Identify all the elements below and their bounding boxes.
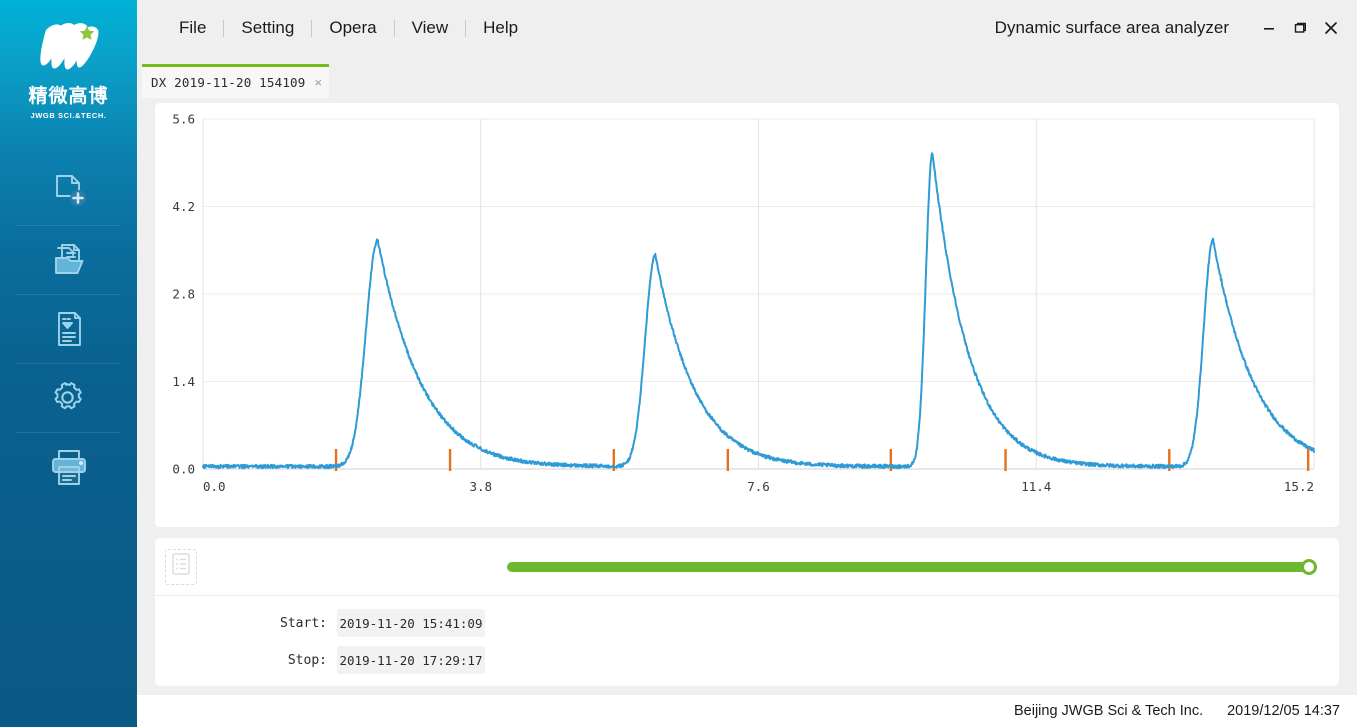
sidebar: 精微高博 JWGB SCI.&TECH. [0,0,137,727]
gear-icon [47,376,91,420]
window-title: Dynamic surface area analyzer [995,18,1229,38]
progress-slider-handle[interactable] [1301,559,1317,575]
tab-label: DX 2019-11-20 154109 [151,75,306,90]
menu-item-opera[interactable]: Opera [312,18,393,38]
svg-text:3.8: 3.8 [469,479,492,494]
svg-text:15.2: 15.2 [1284,479,1314,494]
maximize-button[interactable] [1287,15,1313,41]
open-folder-icon [47,238,91,282]
sidebar-nav [0,156,137,501]
time-fields: Start: 2019-11-20 15:41:09 Stop: 2019-11… [155,596,1339,674]
start-time-row: Start: 2019-11-20 15:41:09 [155,609,1339,637]
logo-chinese-text: 精微高博 [0,81,137,108]
printer-icon [46,445,92,489]
sidebar-item-print[interactable] [0,432,137,501]
close-icon [1323,20,1339,36]
title-bar-right: Dynamic surface area analyzer [995,0,1357,56]
sidebar-item-open[interactable] [0,225,137,294]
logo-english-text: JWGB SCI.&TECH. [0,111,137,120]
svg-text:0.0: 0.0 [203,479,226,494]
minimize-icon [1262,21,1276,35]
control-card: Start: 2019-11-20 15:41:09 Stop: 2019-11… [155,538,1339,686]
svg-text:7.6: 7.6 [747,479,770,494]
stop-time-label: Stop: [155,653,337,668]
status-company-label: Beijing JWGB Sci & Tech Inc. [1014,703,1203,719]
signal-chart[interactable]: 0.0 1.4 2.8 4.2 5.6 0.0 3.8 7.6 11.4 15.2 [155,103,1339,527]
title-bar: File Setting Opera View Help Dynamic sur… [137,0,1357,56]
chart-card: 0.0 1.4 2.8 4.2 5.6 0.0 3.8 7.6 11.4 15.2 [155,103,1339,527]
menu-item-setting[interactable]: Setting [224,18,311,38]
control-top-row [155,538,1339,596]
stop-time-value[interactable]: 2019-11-20 17:29:17 [337,646,485,674]
tab-strip: DX 2019-11-20 154109 × [137,56,1357,98]
start-time-label: Start: [155,616,337,631]
svg-text:5.6: 5.6 [172,112,195,127]
status-datetime-label: 2019/12/05 14:37 [1227,703,1340,719]
menu-item-file[interactable]: File [162,18,223,38]
sidebar-item-report[interactable] [0,294,137,363]
menu-item-view[interactable]: View [395,18,466,38]
list-document-icon-button[interactable] [165,549,197,585]
svg-text:4.2: 4.2 [172,199,195,214]
svg-text:0.0: 0.0 [172,462,195,477]
chart-x-axis: 0.0 3.8 7.6 11.4 15.2 [203,479,1314,494]
close-button[interactable] [1318,15,1344,41]
report-document-icon [47,307,91,351]
sidebar-item-settings[interactable] [0,363,137,432]
main-content: 0.0 1.4 2.8 4.2 5.6 0.0 3.8 7.6 11.4 15.2 [137,98,1357,695]
list-document-icon [171,552,191,581]
application-window: 精微高博 JWGB SCI.&TECH. [0,0,1357,727]
svg-text:1.4: 1.4 [172,374,195,389]
sidebar-item-new[interactable] [0,156,137,225]
new-document-icon [47,169,91,213]
brand-logo: 精微高博 JWGB SCI.&TECH. [0,0,137,120]
tab-dx-measurement[interactable]: DX 2019-11-20 154109 × [142,64,329,98]
maximize-icon [1293,21,1307,35]
minimize-button[interactable] [1256,15,1282,41]
svg-text:11.4: 11.4 [1021,479,1051,494]
chart-y-axis: 0.0 1.4 2.8 4.2 5.6 [172,112,195,477]
logo-mark-icon [30,20,108,78]
menu-bar: File Setting Opera View Help [137,0,535,56]
status-bar: Beijing JWGB Sci & Tech Inc. 2019/12/05 … [137,695,1357,727]
progress-slider[interactable] [507,559,1317,575]
svg-text:2.8: 2.8 [172,287,195,302]
start-time-value[interactable]: 2019-11-20 15:41:09 [337,609,485,637]
tab-close-icon[interactable]: × [315,76,323,89]
progress-slider-track [507,562,1309,572]
menu-item-help[interactable]: Help [466,18,535,38]
stop-time-row: Stop: 2019-11-20 17:29:17 [155,646,1339,674]
